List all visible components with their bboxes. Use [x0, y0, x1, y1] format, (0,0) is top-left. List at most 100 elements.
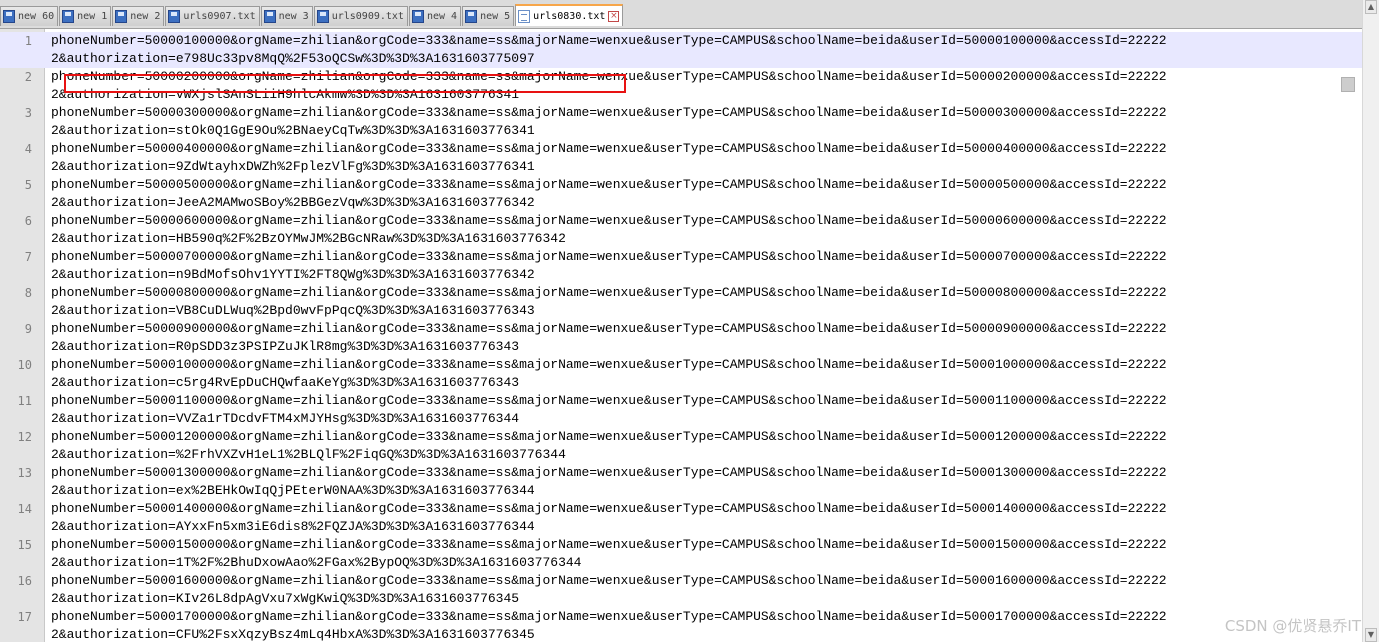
tab-new-60[interactable]: new 60: [0, 6, 59, 26]
code-line[interactable]: 1 phoneNumber=50000100000&orgName=zhilian…: [0, 32, 1362, 68]
code-text: phoneNumber=50001200000&orgName=zhilian&…: [51, 428, 1341, 464]
line-number: 9: [24, 322, 32, 336]
save-disk-icon: [316, 10, 329, 23]
tab-label: urls0909.txt: [331, 11, 404, 22]
tab-new-3[interactable]: new 3: [260, 6, 313, 26]
code-text: phoneNumber=50001100000&orgName=zhilian&…: [51, 392, 1341, 428]
code-text-wrap-2: 2&authorization=c5rg4RvEpDuCHQwfaaKeYg%3…: [51, 375, 520, 390]
tab-urls0909-txt[interactable]: urls0909.txt: [313, 6, 408, 26]
red-highlight-box: [64, 74, 626, 93]
horizontal-ruler-thumb[interactable]: [1341, 77, 1355, 92]
tab-label: new 3: [278, 11, 309, 22]
tab-label: new 5: [480, 11, 511, 22]
tab-label: urls0907.txt: [183, 11, 256, 22]
tab-new-4[interactable]: new 4: [408, 6, 462, 26]
code-text-wrap-1: phoneNumber=50000100000&orgName=zhilian&…: [51, 33, 1167, 48]
code-line[interactable]: 16 phoneNumber=50001600000&orgName=zhilia…: [0, 572, 1362, 608]
vertical-scrollbar[interactable]: ▲ ▼: [1362, 0, 1379, 642]
code-line[interactable]: 8 phoneNumber=50000800000&orgName=zhilian…: [0, 284, 1362, 320]
code-text-wrap-2: 2&authorization=R0pSDD3z3PSIPZuJKlR8mg%3…: [51, 339, 520, 354]
code-text-wrap-2: 2&authorization=%2FrhVXZvH1eL1%2BLQlF%2F…: [51, 447, 566, 462]
line-number: 4: [24, 142, 32, 156]
tab-urls0907-txt[interactable]: urls0907.txt: [165, 6, 260, 26]
close-tab-icon[interactable]: ×: [608, 10, 620, 22]
code-text-wrap-2: 2&authorization=AYxxFn5xm3iE6dis8%2FQZJA…: [51, 519, 535, 534]
save-disk-icon: [168, 10, 181, 23]
code-line[interactable]: 10 phoneNumber=50001000000&orgName=zhilia…: [0, 356, 1362, 392]
code-text-wrap-2: 2&authorization=1T%2F%2BhuDxowAao%2FGax%…: [51, 555, 582, 570]
line-number: 2: [24, 70, 32, 84]
code-text-wrap-2: 2&authorization=n9BdMofsOhv1YYTI%2FT8QWg…: [51, 267, 535, 282]
code-text-wrap-1: phoneNumber=50000500000&orgName=zhilian&…: [51, 177, 1167, 192]
tab-label: new 1: [77, 11, 108, 22]
line-number: 16: [17, 574, 32, 588]
code-line[interactable]: 4 phoneNumber=50000400000&orgName=zhilian…: [0, 140, 1362, 176]
line-number: 6: [24, 214, 32, 228]
save-disk-icon: [263, 10, 276, 23]
tab-new-1[interactable]: new 1: [59, 6, 112, 26]
code-line[interactable]: 9 phoneNumber=50000900000&orgName=zhilian…: [0, 320, 1362, 356]
code-line[interactable]: 12 phoneNumber=50001200000&orgName=zhilia…: [0, 428, 1362, 464]
code-text: phoneNumber=50000700000&orgName=zhilian&…: [51, 248, 1341, 284]
tab-bar: new 60 new 1 new 2 urls0907.txt new 3 urls090…: [0, 0, 1362, 29]
code-text: phoneNumber=50000800000&orgName=zhilian&…: [51, 284, 1341, 320]
code-text-wrap-1: phoneNumber=50000700000&orgName=zhilian&…: [51, 249, 1167, 264]
code-text: phoneNumber=50000900000&orgName=zhilian&…: [51, 320, 1341, 356]
line-number: 8: [24, 286, 32, 300]
code-text: phoneNumber=50000100000&orgName=zhilian&…: [51, 32, 1341, 68]
line-number: 17: [17, 610, 32, 624]
tab-label: urls0830.txt: [533, 10, 606, 22]
tab-label: new 60: [18, 11, 55, 22]
tab-strip: new 60 new 1 new 2 urls0907.txt new 3 urls090…: [0, 4, 624, 28]
code-text-wrap-2: 2&authorization=JeeA2MAMwoSBoy%2BBGezVqw…: [51, 195, 535, 210]
code-text-wrap-2: 2&authorization=KIv26L8dpAgVxu7xWgKwiQ%3…: [51, 591, 520, 606]
code-line[interactable]: 11 phoneNumber=50001100000&orgName=zhilia…: [0, 392, 1362, 428]
code-line[interactable]: 14 phoneNumber=50001400000&orgName=zhilia…: [0, 500, 1362, 536]
code-text-wrap-1: phoneNumber=50000800000&orgName=zhilian&…: [51, 285, 1167, 300]
code-line[interactable]: 17 phoneNumber=50001700000&orgName=zhilia…: [0, 608, 1362, 642]
editor-pane[interactable]: 1 phoneNumber=50000100000&orgName=zhilian…: [0, 29, 1362, 642]
code-line[interactable]: 3 phoneNumber=50000300000&orgName=zhilian…: [0, 104, 1362, 140]
save-disk-icon: [62, 10, 75, 23]
code-text-wrap-1: phoneNumber=50001500000&orgName=zhilian&…: [51, 537, 1167, 552]
code-text: phoneNumber=50001600000&orgName=zhilian&…: [51, 572, 1341, 608]
code-line[interactable]: 7 phoneNumber=50000700000&orgName=zhilian…: [0, 248, 1362, 284]
code-text-wrap-2: 2&authorization=stOk0Q1GgE9Ou%2BNaeyCqTw…: [51, 123, 535, 138]
line-number: 12: [17, 430, 32, 444]
code-text-wrap-1: phoneNumber=50000400000&orgName=zhilian&…: [51, 141, 1167, 156]
code-text-wrap-2: 2&authorization=ex%2BEHkOwIqQjPEterW0NAA…: [51, 483, 535, 498]
line-number: 13: [17, 466, 32, 480]
document-icon: [518, 9, 531, 23]
code-text: phoneNumber=50000300000&orgName=zhilian&…: [51, 104, 1341, 140]
code-text-wrap-1: phoneNumber=50001100000&orgName=zhilian&…: [51, 393, 1167, 408]
code-text-wrap-2: 2&authorization=CFU%2FsxXqzyBsz4mLq4HbxA…: [51, 627, 535, 642]
line-number: 7: [24, 250, 32, 264]
line-number: 10: [17, 358, 32, 372]
code-text: phoneNumber=50000500000&orgName=zhilian&…: [51, 176, 1341, 212]
csdn-watermark: CSDN @优贤悬乔IT: [1224, 617, 1361, 635]
code-text-wrap-2: 2&authorization=9ZdWtayhxDWZh%2FplezVlFg…: [51, 159, 535, 174]
tab-new-5[interactable]: new 5: [462, 6, 515, 26]
code-text: phoneNumber=50001500000&orgName=zhilian&…: [51, 536, 1341, 572]
code-text-wrap-1: phoneNumber=50001700000&orgName=zhilian&…: [51, 609, 1167, 624]
code-text-wrap-1: phoneNumber=50001000000&orgName=zhilian&…: [51, 357, 1167, 372]
code-text-wrap-2: 2&authorization=VB8CuDLWuq%2Bpd0wvFpPqcQ…: [51, 303, 535, 318]
code-line[interactable]: 13 phoneNumber=50001300000&orgName=zhilia…: [0, 464, 1362, 500]
code-text: phoneNumber=50000400000&orgName=zhilian&…: [51, 140, 1341, 176]
tab-label: new 4: [426, 11, 458, 22]
code-line[interactable]: 6 phoneNumber=50000600000&orgName=zhilian…: [0, 212, 1362, 248]
line-number: 3: [24, 106, 32, 120]
code-line[interactable]: 15 phoneNumber=50001500000&orgName=zhilia…: [0, 536, 1362, 572]
scroll-up-button[interactable]: ▲: [1365, 0, 1377, 14]
code-text-wrap-1: phoneNumber=50001200000&orgName=zhilian&…: [51, 429, 1167, 444]
code-text-wrap-1: phoneNumber=50000900000&orgName=zhilian&…: [51, 321, 1167, 336]
code-text: phoneNumber=50001700000&orgName=zhilian&…: [51, 608, 1341, 642]
code-line[interactable]: 5 phoneNumber=50000500000&orgName=zhilian…: [0, 176, 1362, 212]
code-text-wrap-1: phoneNumber=50001400000&orgName=zhilian&…: [51, 501, 1167, 516]
code-text-wrap-1: phoneNumber=50000600000&orgName=zhilian&…: [51, 213, 1167, 228]
scroll-down-button[interactable]: ▼: [1365, 628, 1377, 642]
tab-new-2[interactable]: new 2: [112, 6, 165, 26]
code-text-wrap-1: phoneNumber=50001300000&orgName=zhilian&…: [51, 465, 1167, 480]
tab-urls0830-txt[interactable]: urls0830.txt ×: [515, 4, 624, 26]
save-disk-icon: [465, 10, 478, 23]
